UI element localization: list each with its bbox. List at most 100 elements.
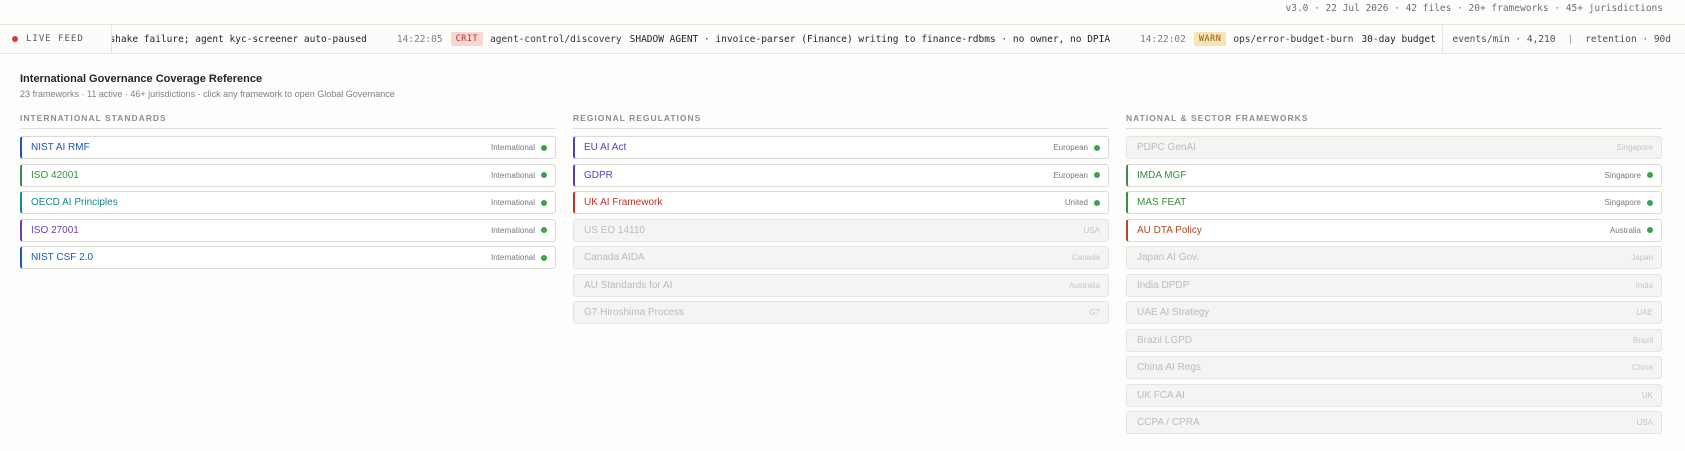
column-heading: REGIONAL REGULATIONS: [573, 113, 1109, 129]
framework-card[interactable]: OECD AI Principles International: [20, 191, 556, 214]
framework-jurisdiction: International: [490, 198, 535, 207]
framework-card[interactable]: ISO 42001 International: [20, 163, 556, 187]
framework-card[interactable]: G7 Hiroshima Process G7: [573, 301, 1109, 324]
framework-card[interactable]: GDPR European: [573, 163, 1109, 187]
active-status-icon: [1647, 227, 1653, 233]
severity-badge: WARN: [1193, 32, 1227, 46]
framework-jurisdiction: Singapore: [1604, 198, 1641, 207]
framework-name: AU Standards for AI: [584, 279, 673, 291]
framework-card[interactable]: CCPA / CPRA USA: [1126, 411, 1662, 434]
event-message: SHADOW AGENT · invoice-parser (Finance) …: [629, 33, 1111, 45]
active-status-icon: [541, 144, 547, 151]
framework-card[interactable]: MAS FEAT Singapore: [1126, 191, 1662, 214]
framework-jurisdiction: China: [1632, 363, 1653, 372]
column-regional-regulations: REGIONAL REGULATIONS EU AI Act European GD…: [573, 113, 1109, 329]
framework-card[interactable]: ISO 27001 International: [20, 218, 556, 242]
framework-name: AU DTA Policy: [1137, 224, 1202, 236]
framework-card[interactable]: EU AI Act European: [573, 136, 1109, 159]
framework-name: China AI Regs: [1137, 362, 1201, 373]
event-message: ndshake failure; agent kyc-screener auto…: [112, 33, 367, 45]
framework-name: India DPDP: [1137, 279, 1190, 291]
event-time: 14:22:05: [396, 33, 443, 45]
version-meta: v3.0 · 22 Jul 2026 · 42 files · 20+ fram…: [1285, 3, 1664, 14]
retention: retention · 90d: [1585, 33, 1671, 45]
event-source: agent-control/discovery: [490, 33, 622, 45]
event-source: ops/error-budget-burn: [1233, 33, 1354, 45]
live-indicator-icon: [12, 36, 18, 42]
framework-name: G7 Hiroshima Process: [584, 307, 685, 318]
framework-jurisdiction: International: [490, 225, 535, 235]
framework-jurisdiction: International: [490, 143, 535, 152]
framework-card[interactable]: UAE AI Strategy UAE: [1126, 301, 1662, 324]
framework-card[interactable]: UK FCA AI UK: [1126, 383, 1662, 407]
framework-name: PDPC GenAI: [1137, 142, 1196, 153]
framework-name: ISO 42001: [31, 169, 79, 181]
active-status-icon: [541, 254, 547, 261]
framework-card[interactable]: India DPDP India: [1126, 273, 1662, 297]
framework-card[interactable]: IMDA MGF Singapore: [1126, 163, 1662, 187]
framework-card[interactable]: UK AI Framework United: [573, 191, 1109, 214]
active-status-icon: [541, 172, 547, 178]
framework-jurisdiction: Australia: [1609, 225, 1641, 235]
active-status-icon: [1647, 172, 1653, 178]
active-status-icon: [1094, 199, 1100, 206]
framework-jurisdiction: Canada: [1071, 253, 1100, 262]
live-feed-bar: LIVE FEED ndshake failure; agent kyc-scr…: [0, 24, 1685, 54]
framework-jurisdiction: International: [490, 170, 535, 180]
framework-jurisdiction: UK: [1641, 390, 1653, 400]
framework-card[interactable]: AU DTA Policy Australia: [1126, 218, 1662, 242]
framework-name: CCPA / CPRA: [1137, 417, 1200, 428]
framework-name: NIST CSF 2.0: [31, 252, 94, 263]
panel-title: International Governance Coverage Refere…: [20, 73, 263, 85]
framework-name: Brazil LGPD: [1137, 334, 1193, 346]
live-feed-title: LIVE FEED: [26, 34, 84, 44]
framework-name: IMDA MGF: [1137, 169, 1187, 181]
framework-name: EU AI Act: [584, 142, 627, 153]
framework-card[interactable]: Japan AI Gov. Japan: [1126, 246, 1662, 269]
framework-card[interactable]: Canada AIDA Canada: [573, 246, 1109, 269]
active-status-icon: [1094, 144, 1100, 151]
framework-name: UAE AI Strategy: [1137, 307, 1210, 318]
active-status-icon: [541, 199, 547, 206]
framework-card[interactable]: China AI Regs China: [1126, 356, 1662, 379]
framework-name: OECD AI Principles: [31, 197, 118, 208]
framework-jurisdiction: USA: [1636, 418, 1653, 427]
event-time: 14:22:02: [1140, 33, 1186, 45]
column-heading: NATIONAL & SECTOR FRAMEWORKS: [1126, 113, 1662, 129]
active-status-icon: [541, 227, 547, 233]
framework-jurisdiction: USA: [1083, 225, 1100, 235]
stats-separator: |: [1567, 33, 1574, 45]
framework-jurisdiction: European: [1053, 143, 1088, 152]
framework-jurisdiction: Brazil: [1632, 335, 1653, 345]
framework-jurisdiction: Australia: [1068, 280, 1100, 290]
panel-subtitle: 23 frameworks · 11 active · 46+ jurisdic…: [20, 89, 395, 99]
column-national-sector: NATIONAL & SECTOR FRAMEWORKS PDPC GenAI S…: [1126, 113, 1662, 439]
framework-name: UK FCA AI: [1137, 389, 1185, 401]
events-rate: events/min · 4,210: [1452, 33, 1556, 45]
framework-card[interactable]: NIST CSF 2.0 International: [20, 246, 556, 269]
top-meta-bar: v3.0 · 22 Jul 2026 · 42 files · 20+ fram…: [0, 0, 1685, 24]
ticker-track: ndshake failure; agent kyc-screener auto…: [112, 25, 1540, 53]
feed-event[interactable]: 14:22:05 CRIT agent-control/discovery SHADO…: [397, 32, 1110, 46]
active-status-icon: [1647, 199, 1653, 206]
framework-name: GDPR: [584, 169, 613, 181]
feed-event[interactable]: ndshake failure; agent kyc-screener auto…: [112, 34, 367, 45]
severity-badge: CRIT: [450, 32, 484, 46]
framework-jurisdiction: G7: [1089, 308, 1100, 317]
framework-card[interactable]: Brazil LGPD Brazil: [1126, 328, 1662, 352]
active-status-icon: [1094, 172, 1100, 178]
framework-card[interactable]: PDPC GenAI Singapore: [1126, 136, 1662, 159]
framework-name: Canada AIDA: [584, 252, 645, 263]
framework-name: UK AI Framework: [584, 197, 663, 208]
framework-card[interactable]: NIST AI RMF International: [20, 136, 556, 159]
framework-name: MAS FEAT: [1137, 197, 1187, 208]
framework-jurisdiction: International: [490, 253, 535, 262]
framework-name: Japan AI Gov.: [1137, 252, 1200, 263]
framework-name: NIST AI RMF: [31, 142, 90, 153]
framework-card[interactable]: AU Standards for AI Australia: [573, 273, 1109, 297]
framework-card[interactable]: US EO 14110 USA: [573, 218, 1109, 242]
framework-name: US EO 14110: [584, 224, 645, 236]
framework-jurisdiction: UAE: [1636, 308, 1653, 317]
live-feed-label: LIVE FEED: [0, 25, 112, 53]
column-heading: INTERNATIONAL STANDARDS: [20, 113, 556, 129]
